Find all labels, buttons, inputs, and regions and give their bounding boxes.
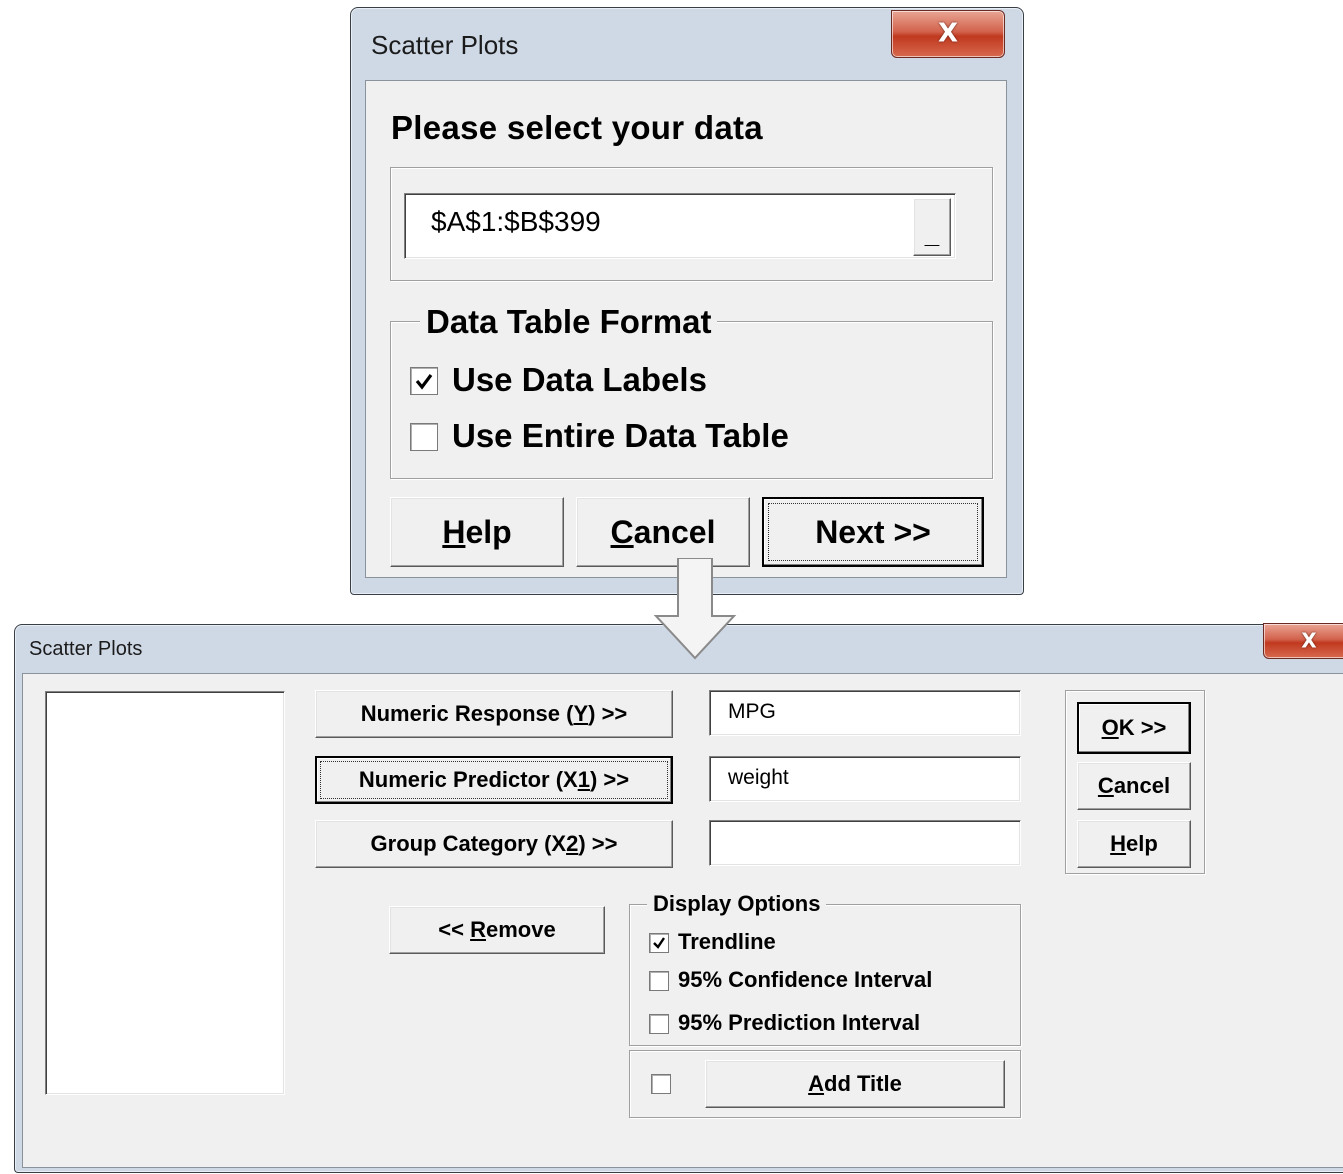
trendline-label: Trendline	[678, 929, 776, 954]
confidence-interval-checkbox[interactable]	[649, 971, 669, 991]
use-data-labels-option[interactable]: Use Data Labels	[408, 361, 828, 401]
ok-button[interactable]: OK >>	[1077, 702, 1191, 754]
predictor-variable-field[interactable]: weight	[709, 756, 1021, 802]
add-title-checkbox[interactable]	[651, 1074, 671, 1094]
use-entire-table-label: Use Entire Data Table	[452, 417, 789, 454]
help-button[interactable]: Help	[1077, 820, 1191, 868]
remove-button[interactable]: << Remove	[389, 906, 605, 954]
group-category-button[interactable]: Group Category (X 2) >>	[315, 820, 673, 868]
response-variable-field[interactable]: MPG	[709, 690, 1021, 736]
use-data-labels-checkbox[interactable]	[410, 367, 438, 395]
focus-rectangle	[320, 761, 668, 799]
close-button[interactable]: X	[1263, 623, 1343, 659]
group-variable-field[interactable]	[709, 820, 1021, 866]
window-title: Scatter Plots	[29, 638, 143, 660]
dialog-body: Numeric Response (Y) >> Numeric Predicto…	[22, 673, 1343, 1168]
help-button[interactable]: Help	[390, 497, 564, 567]
cancel-button[interactable]: Cancel	[1077, 762, 1191, 810]
prediction-interval-label: 95% Prediction Interval	[678, 1010, 921, 1035]
range-value: $A$1:$B$399	[431, 206, 601, 237]
checkmark-icon	[415, 374, 433, 390]
close-icon: X	[1301, 628, 1317, 653]
trendline-checkbox[interactable]	[649, 933, 669, 953]
numeric-response-button[interactable]: Numeric Response (Y) >>	[315, 690, 673, 738]
display-options-legend: Display Options	[647, 891, 827, 917]
variables-listbox[interactable]	[45, 691, 285, 1095]
use-entire-table-checkbox[interactable]	[410, 423, 438, 451]
close-icon: X	[937, 18, 959, 49]
data-table-format-legend: Data Table Format	[420, 303, 718, 341]
numeric-predictor-button[interactable]: Numeric Predictor (X 1) >>	[315, 756, 673, 804]
window-title: Scatter Plots	[371, 30, 519, 60]
select-data-dialog: Scatter Plots X Please select your data …	[350, 7, 1024, 595]
cancel-button[interactable]: Cancel	[576, 497, 750, 567]
focus-rectangle	[768, 503, 978, 561]
use-entire-table-option[interactable]: Use Entire Data Table	[408, 417, 868, 457]
select-data-heading: Please select your data	[391, 109, 763, 146]
down-arrow-icon	[653, 558, 737, 660]
next-button[interactable]: Next >>	[762, 497, 984, 567]
close-button[interactable]: X	[891, 10, 1005, 58]
trendline-option[interactable]: Trendline	[647, 928, 1007, 958]
confidence-interval-option[interactable]: 95% Confidence Interval	[647, 966, 1007, 996]
add-title-button[interactable]: Add Title	[705, 1060, 1005, 1108]
use-data-labels-label: Use Data Labels	[452, 361, 707, 398]
prediction-interval-option[interactable]: 95% Prediction Interval	[647, 1009, 1007, 1039]
dialog-body: Please select your data $A$1:$B$399 _ Da…	[365, 80, 1007, 578]
range-select-button[interactable]: _	[913, 198, 951, 256]
checkmark-icon	[653, 937, 665, 949]
confidence-interval-label: 95% Confidence Interval	[678, 967, 933, 992]
scatter-options-dialog: Scatter Plots X Numeric Response (Y) >> …	[14, 623, 1343, 1173]
range-input[interactable]: $A$1:$B$399 _	[404, 193, 956, 259]
prediction-interval-checkbox[interactable]	[649, 1014, 669, 1034]
